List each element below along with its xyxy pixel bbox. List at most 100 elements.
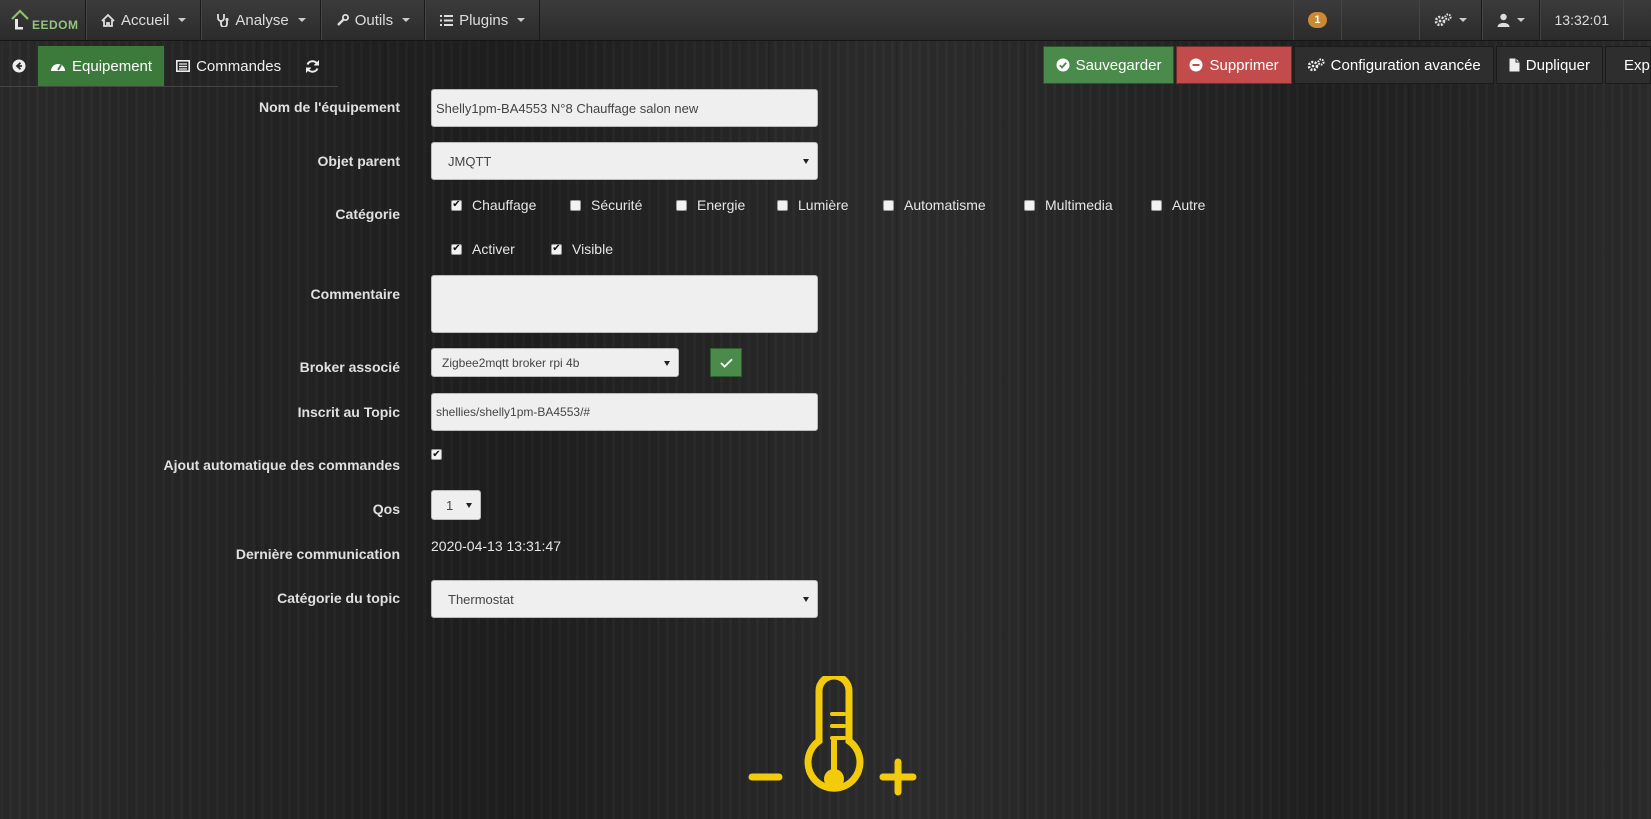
tab-equipement[interactable]: Equipement bbox=[38, 46, 165, 86]
brand-logo[interactable]: EEDOM bbox=[0, 0, 86, 40]
category-chauffage-label: Chauffage bbox=[472, 197, 537, 213]
action-buttons: Sauvegarder Supprimer Configuration avan… bbox=[1042, 46, 1651, 84]
checkbox[interactable] bbox=[883, 199, 894, 211]
name-input[interactable]: Shelly1pm-BA4553 N°8 Chauffage salon new bbox=[431, 89, 818, 127]
comment-label: Commentaire bbox=[310, 286, 400, 302]
parent-select[interactable]: JMQTT bbox=[431, 142, 818, 180]
duplicate-label: Dupliquer bbox=[1525, 56, 1590, 74]
tab-commandes[interactable]: Commandes bbox=[164, 46, 293, 86]
advanced-config-label: Configuration avancée bbox=[1330, 56, 1481, 74]
chevron-down-icon bbox=[1516, 18, 1525, 22]
tab-list: Equipement Commandes bbox=[0, 46, 338, 87]
visible-checkbox[interactable]: ✔ Visible bbox=[551, 241, 613, 257]
duplicate-button[interactable]: Dupliquer bbox=[1495, 46, 1603, 84]
parent-label: Objet parent bbox=[317, 153, 400, 169]
name-label: Nom de l'équipement bbox=[258, 99, 400, 115]
topic-category-label: Catégorie du topic bbox=[277, 590, 400, 606]
nav-plugins[interactable]: Plugins bbox=[425, 0, 541, 40]
category-energie-label: Energie bbox=[697, 197, 746, 213]
notification-area[interactable]: 1 bbox=[1293, 0, 1340, 40]
checkbox[interactable] bbox=[1151, 199, 1162, 211]
chevron-down-icon bbox=[297, 18, 306, 22]
broker-label: Broker associé bbox=[299, 359, 400, 375]
category-securite[interactable]: Sécurité bbox=[570, 197, 642, 213]
checkbox-checked[interactable]: ✔ bbox=[451, 243, 462, 255]
refresh-button[interactable] bbox=[293, 46, 332, 86]
notification-badge[interactable]: 1 bbox=[1308, 12, 1327, 28]
broker-select[interactable]: Zigbee2mqtt broker rpi 4b bbox=[431, 348, 679, 377]
auto-add-checkbox[interactable]: ✔ bbox=[431, 449, 442, 460]
nav-analyse[interactable]: Analyse bbox=[201, 0, 321, 40]
category-lumiere-label: Lumière bbox=[798, 197, 849, 213]
category-energie[interactable]: Energie bbox=[676, 197, 745, 213]
category-lumiere[interactable]: Lumière bbox=[777, 197, 849, 213]
category-automatisme[interactable]: Automatisme bbox=[883, 197, 986, 213]
export-label: Expo bbox=[1624, 56, 1650, 74]
tab-row: Equipement Commandes Sauvegarder Supprim… bbox=[0, 46, 1651, 87]
activer-checkbox[interactable]: ✔ Activer bbox=[451, 241, 515, 257]
category-chauffage[interactable]: ✔ Chauffage bbox=[451, 197, 536, 213]
dashboard-icon bbox=[51, 63, 65, 71]
nav-spacer bbox=[1340, 0, 1419, 40]
file-icon bbox=[1509, 58, 1520, 72]
last-communication-label: Dernière communication bbox=[235, 546, 400, 562]
checkbox[interactable] bbox=[676, 199, 687, 211]
category-multimedia-label: Multimedia bbox=[1045, 197, 1113, 213]
list-icon bbox=[440, 14, 454, 26]
qos-select[interactable]: 1 bbox=[431, 490, 481, 520]
nav-accueil[interactable]: Accueil bbox=[86, 0, 202, 40]
delete-button[interactable]: Supprimer bbox=[1176, 46, 1292, 84]
nav-outils-label: Outils bbox=[354, 11, 394, 29]
back-button[interactable] bbox=[0, 46, 38, 86]
export-button[interactable]: Expo bbox=[1605, 46, 1651, 84]
house-logo-icon bbox=[11, 9, 29, 30]
clock: 13:32:01 bbox=[1539, 0, 1624, 40]
category-label: Catégorie bbox=[335, 206, 400, 222]
nav-analyse-label: Analyse bbox=[235, 11, 289, 29]
thermostat-icon bbox=[748, 676, 917, 796]
category-multimedia[interactable]: Multimedia bbox=[1024, 197, 1113, 213]
arrow-circle-left-icon bbox=[12, 59, 26, 73]
category-automatisme-label: Automatisme bbox=[904, 197, 986, 213]
top-navbar: EEDOM Accueil Analyse Outils Plugins 1 1… bbox=[0, 0, 1651, 41]
advanced-config-button[interactable]: Configuration avancée bbox=[1293, 46, 1494, 84]
visible-label: Visible bbox=[572, 241, 613, 257]
list-alt-icon bbox=[176, 60, 191, 72]
category-autre[interactable]: Autre bbox=[1151, 197, 1205, 213]
refresh-icon bbox=[306, 59, 320, 73]
comment-textarea[interactable] bbox=[431, 275, 818, 333]
nav-plugins-label: Plugins bbox=[459, 11, 509, 29]
chevron-down-icon bbox=[1458, 18, 1467, 22]
topic-category-select[interactable]: Thermostat bbox=[431, 580, 818, 618]
save-button[interactable]: Sauvegarder bbox=[1042, 46, 1175, 84]
checkbox-checked[interactable]: ✔ bbox=[451, 199, 462, 211]
nav-outils[interactable]: Outils bbox=[320, 0, 426, 40]
checkbox[interactable] bbox=[777, 199, 788, 211]
checkbox-checked[interactable]: ✔ bbox=[431, 449, 442, 460]
broker-confirm-button[interactable] bbox=[710, 348, 742, 377]
stethoscope-icon bbox=[217, 14, 229, 27]
check-icon bbox=[719, 358, 733, 368]
nav-end[interactable] bbox=[1623, 0, 1651, 40]
minus-circle-icon bbox=[1189, 58, 1203, 72]
checkbox-checked[interactable]: ✔ bbox=[551, 243, 562, 255]
user-icon bbox=[1497, 13, 1509, 27]
tab-equipement-label: Equipement bbox=[72, 57, 153, 75]
nav-accueil-label: Accueil bbox=[121, 11, 170, 29]
chevron-down-icon bbox=[402, 18, 411, 22]
category-autre-label: Autre bbox=[1172, 197, 1206, 213]
topic-input[interactable]: shellies/shelly1pm-BA4553/# bbox=[431, 393, 818, 431]
tab-commandes-label: Commandes bbox=[196, 57, 282, 75]
topic-label: Inscrit au Topic bbox=[297, 404, 400, 420]
category-securite-label: Sécurité bbox=[591, 197, 643, 213]
cogs-icon bbox=[1307, 58, 1325, 72]
chevron-down-icon bbox=[517, 18, 526, 22]
wrench-icon bbox=[336, 13, 349, 26]
equipment-form: Nom de l'équipement Shelly1pm-BA4553 N°8… bbox=[0, 0, 1651, 819]
checkbox[interactable] bbox=[1024, 199, 1035, 211]
checkbox[interactable] bbox=[570, 199, 581, 211]
settings-menu[interactable] bbox=[1418, 0, 1482, 40]
delete-label: Supprimer bbox=[1209, 56, 1279, 74]
user-menu[interactable] bbox=[1481, 0, 1540, 40]
check-circle-icon bbox=[1056, 58, 1070, 72]
